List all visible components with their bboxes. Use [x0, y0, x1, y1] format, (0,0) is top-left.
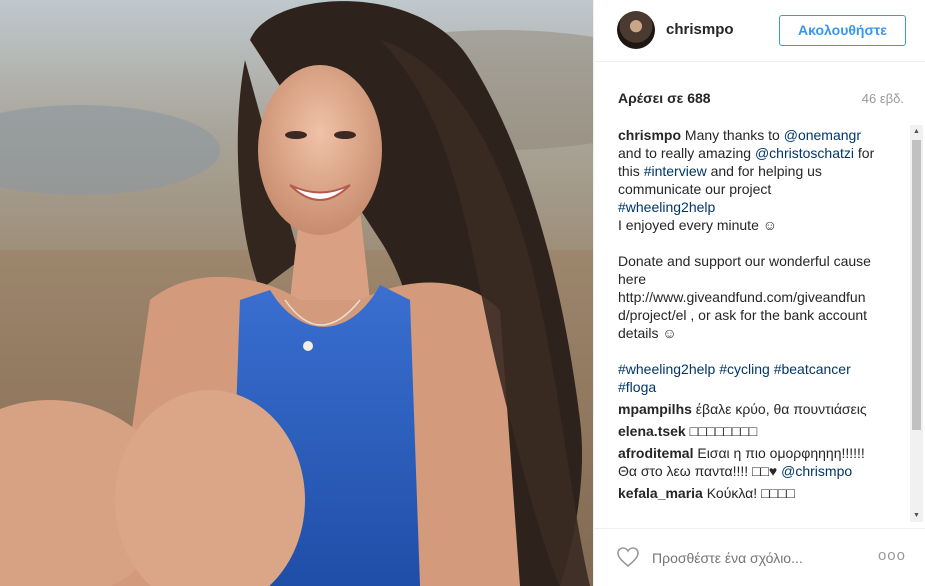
hashtag-link[interactable]: #cycling: [719, 361, 770, 377]
scroll-down-arrow-icon[interactable]: ▼: [910, 509, 923, 522]
scroll-up-arrow-icon[interactable]: ▲: [910, 125, 923, 138]
post-username[interactable]: chrismpo: [666, 21, 734, 38]
post-time[interactable]: 46 εβδ.: [862, 91, 904, 106]
comment-item: elena.tsek □□□□□□□□: [618, 422, 893, 440]
caption-text: d/project/el , or ask for the bank accou…: [618, 307, 868, 323]
hashtag-link[interactable]: #wheeling2help: [618, 198, 893, 216]
comment-text: έβαλε κρύο, θα πουντιάσεις: [695, 401, 867, 417]
comment-footer: ooo: [594, 528, 925, 586]
comments-list: chrismpo Many thanks to @onemangr and to…: [618, 126, 893, 524]
comment-text: □□□□□□□□: [689, 423, 758, 439]
comment-username[interactable]: elena.tsek: [618, 423, 686, 439]
post-header: chrismpo Ακολουθήστε: [594, 0, 925, 62]
caption-text: for: [854, 145, 875, 161]
caption-text: I enjoyed every minute ☺: [618, 217, 778, 233]
comment-item: kefala_maria Κούκλα! □□□□: [618, 484, 893, 502]
hashtag-link[interactable]: #wheeling2help: [618, 361, 715, 377]
photo-illustration: [0, 1, 593, 586]
post-photo[interactable]: [0, 0, 593, 586]
avatar[interactable]: [617, 11, 655, 49]
comment-text: Κούκλα! □□□□: [706, 485, 795, 501]
hashtag-link[interactable]: #beatcancer: [774, 361, 851, 377]
comment-item: mpampilhs έβαλε κρύο, θα πουντιάσεις: [618, 400, 893, 418]
mention-link[interactable]: @chrismpo: [781, 463, 852, 479]
caption-url: http://www.giveandfund.com/giveandfun: [618, 289, 866, 305]
caption-text: communicate our project: [618, 181, 772, 197]
caption-text: details ☺: [618, 325, 677, 341]
caption-text: here: [618, 271, 647, 287]
caption-text: and for helping us: [706, 163, 822, 179]
hashtag-link[interactable]: #floga: [618, 378, 893, 396]
follow-button[interactable]: Ακολουθήστε: [779, 15, 906, 46]
caption-text: Donate and support our wonderful cause: [618, 253, 871, 269]
mention-link[interactable]: @onemangr: [784, 127, 861, 143]
comments-scrollbar[interactable]: ▲ ▼: [910, 125, 923, 522]
caption: chrismpo Many thanks to @onemangr and to…: [618, 126, 893, 396]
comment-text: Εισαι η πιο ομορφηηηη!!!!!!: [697, 445, 865, 461]
mention-link[interactable]: @christoschatzi: [755, 145, 854, 161]
hashtag-link[interactable]: #interview: [644, 163, 707, 179]
heart-outline-icon[interactable]: [616, 546, 640, 568]
caption-text: Many thanks to: [684, 127, 784, 143]
more-options-icon[interactable]: ooo: [878, 547, 906, 564]
comment-username[interactable]: mpampilhs: [618, 401, 692, 417]
comment-item: afroditemal Εισαι η πιο ομορφηηηη!!!!!! …: [618, 444, 893, 480]
comment-username[interactable]: kefala_maria: [618, 485, 703, 501]
caption-text: and to really amazing: [618, 145, 755, 161]
scrollbar-thumb[interactable]: [912, 140, 921, 430]
likes-count[interactable]: Αρέσει σε 688: [618, 90, 711, 106]
caption-text: this: [618, 163, 644, 179]
caption-username[interactable]: chrismpo: [618, 127, 681, 143]
comment-input[interactable]: [652, 548, 852, 568]
comment-username[interactable]: afroditemal: [618, 445, 693, 461]
comment-text: Θα στο λεω παντα!!!! □□♥: [618, 463, 782, 479]
post-details-panel: chrismpo Ακολουθήστε Αρέσει σε 688 46 εβ…: [593, 0, 925, 586]
